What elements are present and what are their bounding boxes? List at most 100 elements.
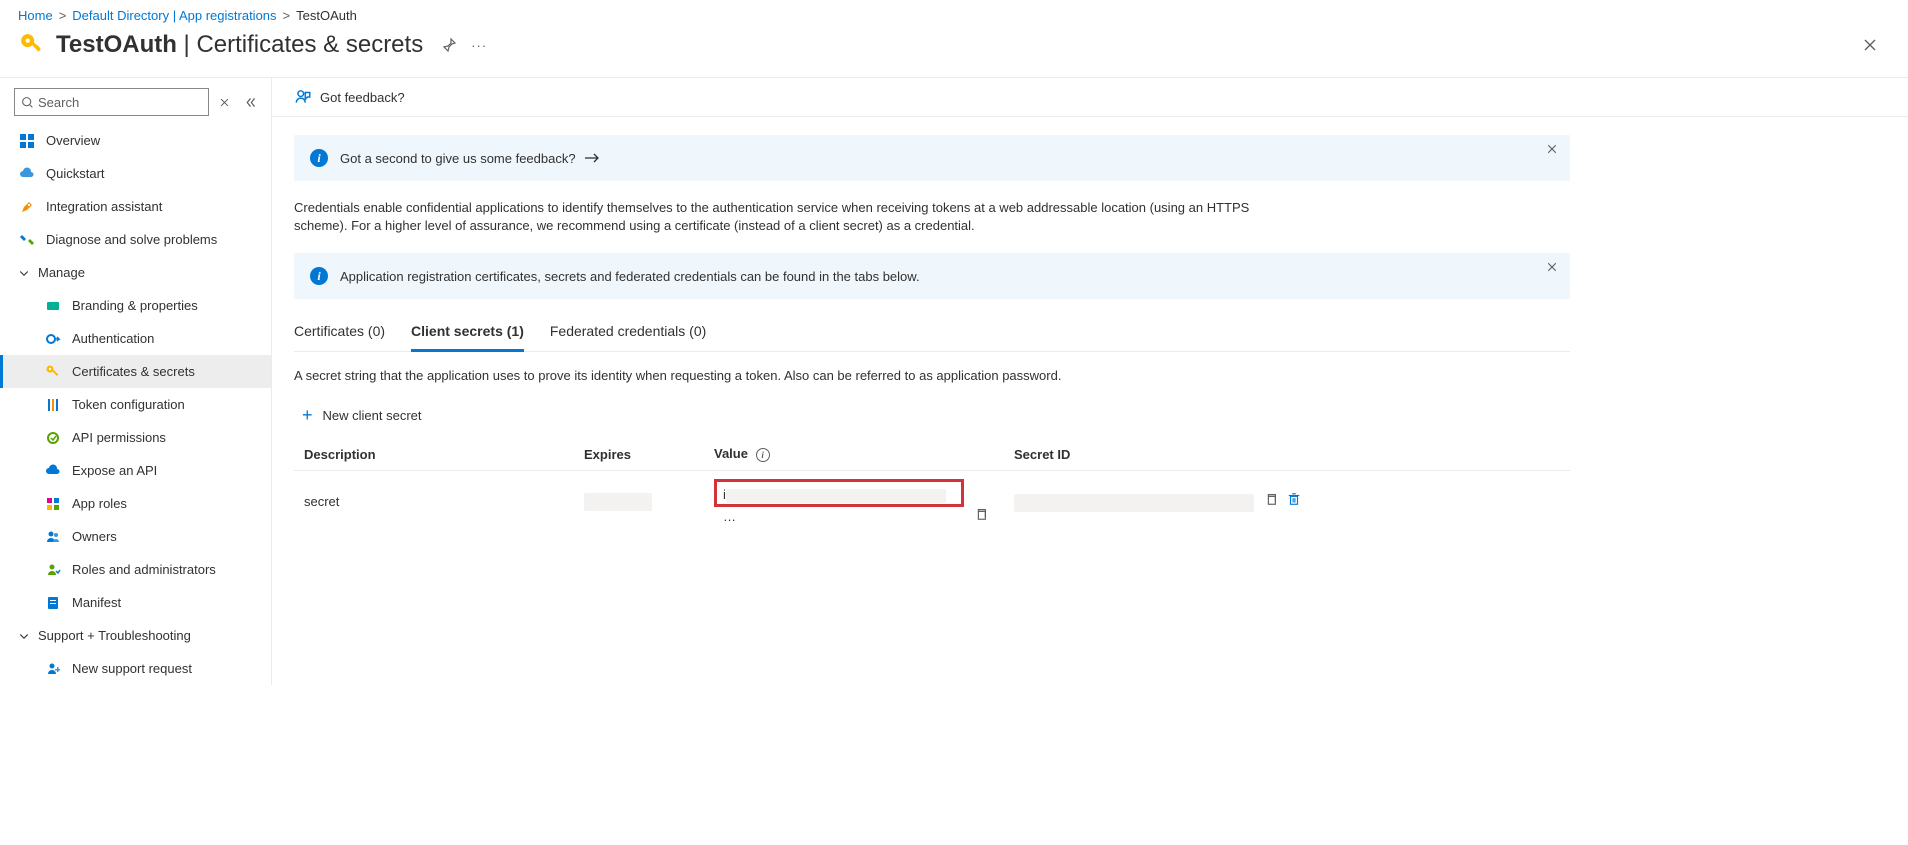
info-icon: i <box>310 149 328 167</box>
sidebar-item-branding[interactable]: Branding & properties <box>0 289 271 322</box>
sidebar-item-label: Quickstart <box>46 166 105 181</box>
chevron-right-icon: > <box>283 8 291 23</box>
search-icon <box>21 96 34 109</box>
collapse-sidebar-button[interactable] <box>240 96 261 109</box>
info-icon[interactable]: i <box>756 448 770 462</box>
api-icon <box>44 462 62 480</box>
key-icon <box>18 31 46 59</box>
search-input[interactable]: Search <box>14 88 209 116</box>
sidebar-item-label: Authentication <box>72 331 154 346</box>
sidebar-item-label: Overview <box>46 133 100 148</box>
admin-icon <box>44 561 62 579</box>
breadcrumb-home[interactable]: Home <box>18 8 53 23</box>
arrow-right-icon[interactable] <box>584 152 600 164</box>
sidebar: Search Overview Quickstart Integration a… <box>0 78 272 685</box>
chevron-right-icon: > <box>59 8 67 23</box>
sidebar-item-label: Diagnose and solve problems <box>46 232 217 247</box>
main-content: Got feedback? i Got a second to give us … <box>272 78 1908 685</box>
sidebar-item-app-roles[interactable]: App roles <box>0 487 271 520</box>
sidebar-item-label: Owners <box>72 529 117 544</box>
sidebar-item-overview[interactable]: Overview <box>0 124 271 157</box>
info-icon: i <box>310 267 328 285</box>
page-header: TestOAuth | Certificates & secrets ··· <box>0 27 1908 77</box>
feedback-banner: i Got a second to give us some feedback? <box>294 135 1570 181</box>
sidebar-item-manifest[interactable]: Manifest <box>0 586 271 619</box>
clear-search-button[interactable] <box>215 97 234 108</box>
rocket-icon <box>18 198 36 216</box>
tab-certificates[interactable]: Certificates (0) <box>294 323 385 351</box>
cell-expires <box>574 471 704 533</box>
delete-secret-button[interactable] <box>1287 492 1301 506</box>
secret-value-highlight: i… <box>714 479 964 507</box>
copy-value-button[interactable] <box>974 507 988 521</box>
tab-client-secrets[interactable]: Client secrets (1) <box>411 323 524 352</box>
sidebar-item-label: Roles and administrators <box>72 562 216 577</box>
search-placeholder: Search <box>38 95 79 110</box>
sidebar-item-label: API permissions <box>72 430 166 445</box>
copy-id-button[interactable] <box>1264 492 1278 506</box>
table-row: secret i… <box>294 471 1570 533</box>
sidebar-item-new-support[interactable]: New support request <box>0 652 271 685</box>
chevron-down-icon <box>18 267 32 279</box>
feedback-icon <box>294 88 312 106</box>
new-secret-label: New client secret <box>323 408 422 423</box>
key-icon <box>44 363 62 381</box>
permissions-icon <box>44 429 62 447</box>
sidebar-group-label: Support + Troubleshooting <box>38 628 191 643</box>
cell-secret-id <box>1004 471 1570 533</box>
chevron-down-icon <box>18 630 32 642</box>
toolbar: Got feedback? <box>272 78 1908 117</box>
sidebar-item-label: Token configuration <box>72 397 185 412</box>
cloud-icon <box>18 165 36 183</box>
page-title: TestOAuth | Certificates & secrets <box>56 31 423 59</box>
banner-text: Got a second to give us some feedback? <box>340 151 576 166</box>
pin-button[interactable] <box>441 37 457 53</box>
manifest-icon <box>44 594 62 612</box>
sidebar-item-expose-api[interactable]: Expose an API <box>0 454 271 487</box>
breadcrumb: Home > Default Directory | App registrat… <box>0 0 1908 27</box>
plus-icon: + <box>302 405 313 426</box>
secrets-table: Description Expires Value i Secret ID se… <box>294 438 1570 532</box>
cell-description: secret <box>294 471 574 533</box>
new-client-secret-button[interactable]: + New client secret <box>294 393 1570 438</box>
tools-icon <box>18 231 36 249</box>
dismiss-banner-button[interactable] <box>1546 143 1558 155</box>
sidebar-item-token-config[interactable]: Token configuration <box>0 388 271 421</box>
sidebar-item-api-permissions[interactable]: API permissions <box>0 421 271 454</box>
table-header-row: Description Expires Value i Secret ID <box>294 438 1570 471</box>
close-button[interactable] <box>1862 37 1878 53</box>
sidebar-item-label: App roles <box>72 496 127 511</box>
col-description: Description <box>294 438 574 471</box>
tag-icon <box>44 297 62 315</box>
roles-icon <box>44 495 62 513</box>
sidebar-item-owners[interactable]: Owners <box>0 520 271 553</box>
col-expires: Expires <box>574 438 704 471</box>
owners-icon <box>44 528 62 546</box>
sidebar-item-label: Integration assistant <box>46 199 162 214</box>
breadcrumb-directory[interactable]: Default Directory | App registrations <box>72 8 276 23</box>
cell-value: i… <box>704 471 1004 533</box>
sidebar-item-integration[interactable]: Integration assistant <box>0 190 271 223</box>
tab-description: A secret string that the application use… <box>294 352 1570 393</box>
got-feedback-button[interactable]: Got feedback? <box>320 90 405 105</box>
banner-text: Application registration certificates, s… <box>340 269 920 284</box>
auth-icon <box>44 330 62 348</box>
token-icon <box>44 396 62 414</box>
col-value: Value i <box>704 438 1004 471</box>
sidebar-item-diagnose[interactable]: Diagnose and solve problems <box>0 223 271 256</box>
sidebar-item-label: Certificates & secrets <box>72 364 195 379</box>
sidebar-item-roles-admins[interactable]: Roles and administrators <box>0 553 271 586</box>
sidebar-group-label: Manage <box>38 265 85 280</box>
tabs: Certificates (0) Client secrets (1) Fede… <box>294 313 1570 352</box>
sidebar-item-label: New support request <box>72 661 192 676</box>
dismiss-banner-button[interactable] <box>1546 261 1558 273</box>
sidebar-group-support[interactable]: Support + Troubleshooting <box>0 619 271 652</box>
sidebar-item-quickstart[interactable]: Quickstart <box>0 157 271 190</box>
page-description: Credentials enable confidential applicat… <box>294 195 1284 253</box>
sidebar-group-manage[interactable]: Manage <box>0 256 271 289</box>
overview-icon <box>18 132 36 150</box>
sidebar-item-certificates-secrets[interactable]: Certificates & secrets <box>0 355 271 388</box>
tab-federated-credentials[interactable]: Federated credentials (0) <box>550 323 706 351</box>
sidebar-item-authentication[interactable]: Authentication <box>0 322 271 355</box>
more-button[interactable]: ··· <box>471 38 487 53</box>
